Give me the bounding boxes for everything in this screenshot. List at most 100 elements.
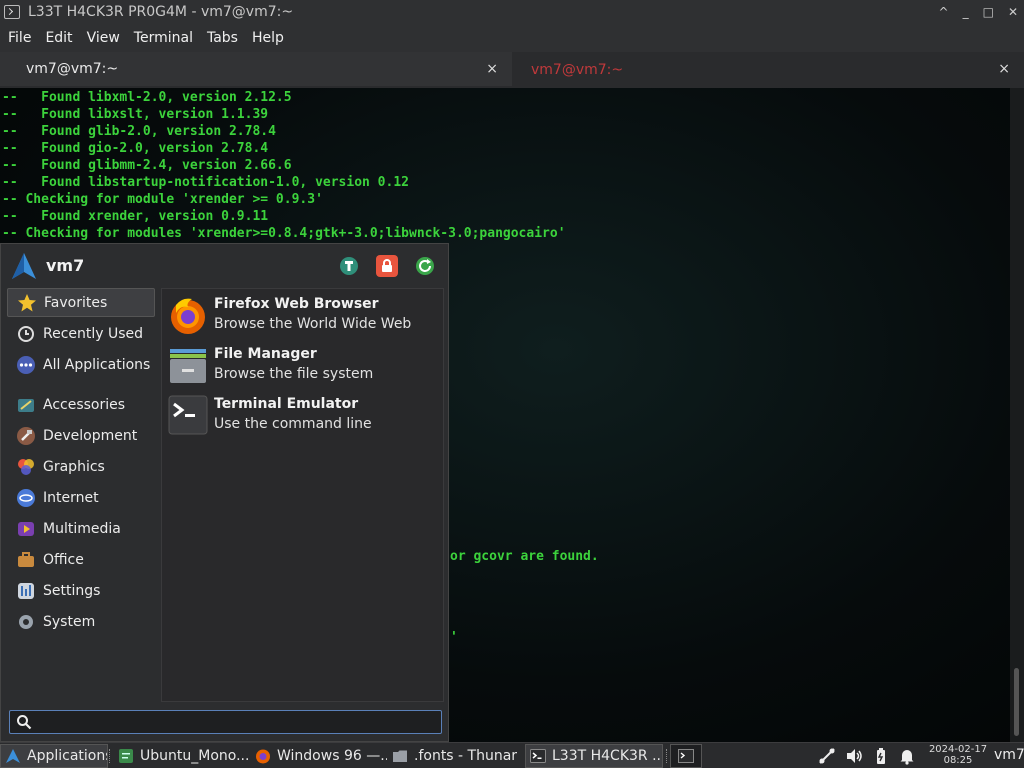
menu-search-box[interactable]	[9, 710, 442, 734]
battery-icon[interactable]	[872, 747, 890, 765]
terminal-line: -- Checking for modules 'xrender>=0.8.4;…	[2, 226, 566, 241]
system-icon	[19, 614, 33, 629]
close-window-button[interactable]: ✕	[1008, 5, 1018, 19]
category-multimedia[interactable]: Multimedia	[7, 514, 155, 543]
app-name: Firefox Web Browser	[214, 296, 379, 312]
xfce-logo-icon	[12, 253, 36, 279]
category-recently-used[interactable]: Recently Used	[7, 319, 155, 348]
window-label: Ubuntu_Mono....	[140, 748, 250, 764]
applications-menu-button[interactable]: Applications	[0, 744, 108, 768]
terminal-scrollbar[interactable]	[1010, 88, 1024, 742]
taskbar-window-firefox[interactable]: Windows 96 —...	[251, 744, 387, 768]
category-label: System	[43, 613, 96, 630]
category-label: Multimedia	[43, 520, 121, 537]
category-label: Development	[43, 427, 138, 444]
all-apps-icon	[17, 355, 35, 374]
app-terminal-emulator[interactable]: Terminal Emulator Use the command line	[162, 391, 443, 439]
menu-help[interactable]: Help	[252, 30, 284, 46]
category-favorites[interactable]: Favorites	[7, 288, 155, 317]
category-internet[interactable]: Internet	[7, 483, 155, 512]
favorites-app-list: Firefox Web Browser Browse the World Wid…	[161, 288, 444, 702]
tab-bar: vm7@vm7:~ × vm7@vm7:~ ×	[0, 52, 1024, 88]
terminal-line: -- Found gio-2.0, version 2.78.4	[2, 141, 269, 156]
category-label: All Applications	[43, 356, 151, 373]
window-title: L33T H4CK3R PR0G4M - vm7@vm7:~	[28, 4, 294, 20]
tab-label: vm7@vm7:~	[26, 61, 119, 77]
app-description: Browse the World Wide Web	[214, 316, 412, 332]
firefox-icon	[171, 298, 205, 334]
file-manager-icon	[170, 349, 206, 383]
star-icon	[18, 293, 36, 311]
window-label: Windows 96 —...	[277, 748, 387, 764]
menu-tabs[interactable]: Tabs	[207, 30, 238, 46]
category-development[interactable]: Development	[7, 421, 155, 450]
terminal-line: -- Found glib-2.0, version 2.78.4	[2, 124, 276, 139]
category-all-applications[interactable]: All Applications	[7, 350, 155, 379]
settings-icon	[18, 582, 34, 599]
category-graphics[interactable]: Graphics	[7, 452, 155, 481]
workspace-switcher[interactable]	[670, 744, 702, 768]
xfce-logo-icon	[6, 749, 20, 763]
category-system[interactable]: System	[7, 607, 155, 636]
menu-header: vm7	[1, 244, 450, 288]
accessories-icon	[18, 398, 34, 412]
menu-view[interactable]: View	[87, 30, 120, 46]
taskbar: Applications Ubuntu_Mono.... Windows 96 …	[0, 742, 1024, 768]
terminal-line-partial: or gcovr are found.	[450, 549, 599, 564]
app-description: Use the command line	[214, 416, 372, 432]
maximize-button[interactable]: □	[983, 5, 994, 19]
app-firefox[interactable]: Firefox Web Browser Browse the World Wid…	[162, 291, 443, 339]
terminal-line: -- Found libstartup-notification-1.0, ve…	[2, 175, 409, 190]
tab-terminal-2[interactable]: vm7@vm7:~ ×	[513, 52, 1024, 88]
category-label: Office	[43, 551, 84, 568]
scrollbar-thumb[interactable]	[1014, 668, 1019, 736]
menu-file[interactable]: File	[8, 30, 31, 46]
volume-icon[interactable]	[845, 747, 863, 765]
tab-label: vm7@vm7:~	[531, 62, 624, 78]
window-label: .fonts - Thunar	[414, 748, 518, 764]
multimedia-icon	[18, 521, 34, 536]
category-label: Favorites	[44, 294, 108, 311]
clock-time: 08:25	[943, 755, 973, 766]
terminal-icon	[678, 749, 694, 763]
tab-terminal-1[interactable]: vm7@vm7:~ ×	[0, 52, 512, 88]
tab-close-icon[interactable]: ×	[998, 61, 1010, 77]
network-icon[interactable]	[818, 747, 836, 765]
clock-icon	[18, 325, 34, 342]
minimize-button[interactable]: _	[963, 5, 969, 19]
clock-date: 2024-02-17	[928, 744, 988, 755]
search-icon	[17, 715, 32, 730]
menu-username: vm7	[46, 256, 85, 275]
window-label: L33T H4CK3R ...	[552, 748, 663, 764]
taskbar-window-thunar[interactable]: .fonts - Thunar	[388, 744, 524, 768]
logout-icon[interactable]	[414, 255, 436, 277]
category-settings[interactable]: Settings	[7, 576, 155, 605]
window-controls: ^ _ □ ✕	[939, 0, 1018, 24]
window-titlebar[interactable]: L33T H4CK3R PR0G4M - vm7@vm7:~ ^ _ □ ✕	[0, 0, 1024, 24]
roll-up-button[interactable]: ^	[939, 5, 949, 19]
category-accessories[interactable]: Accessories	[7, 390, 155, 419]
taskbar-user[interactable]: vm7	[994, 747, 1024, 763]
menubar: File Edit View Terminal Tabs Help	[0, 24, 1024, 52]
terminal-line: -- Checking for module 'xrender >= 0.9.3…	[2, 192, 323, 207]
office-icon	[18, 551, 34, 567]
category-office[interactable]: Office	[7, 545, 155, 574]
category-label: Graphics	[43, 458, 105, 475]
menu-terminal[interactable]: Terminal	[134, 30, 193, 46]
terminal-window-icon	[4, 5, 20, 19]
taskbar-window-terminal[interactable]: L33T H4CK3R ...	[525, 744, 663, 768]
settings-manager-icon[interactable]	[338, 255, 360, 277]
applications-menu: vm7 Favorites Recently Used All Applicat…	[0, 243, 449, 742]
menu-edit[interactable]: Edit	[45, 30, 72, 46]
notification-bell-icon[interactable]	[898, 747, 916, 765]
app-file-manager[interactable]: File Manager Browse the file system	[162, 341, 443, 389]
search-input[interactable]	[38, 712, 438, 732]
internet-icon	[17, 488, 35, 507]
lock-icon[interactable]	[376, 255, 398, 277]
terminal-line: -- Found libxml-2.0, version 2.12.5	[2, 90, 292, 105]
category-label: Recently Used	[43, 325, 144, 342]
tab-close-icon[interactable]: ×	[486, 61, 498, 77]
taskbar-window-text-editor[interactable]: Ubuntu_Mono....	[114, 744, 250, 768]
clock[interactable]: 2024-02-17 08:25	[928, 744, 988, 766]
firefox-icon	[256, 749, 270, 764]
